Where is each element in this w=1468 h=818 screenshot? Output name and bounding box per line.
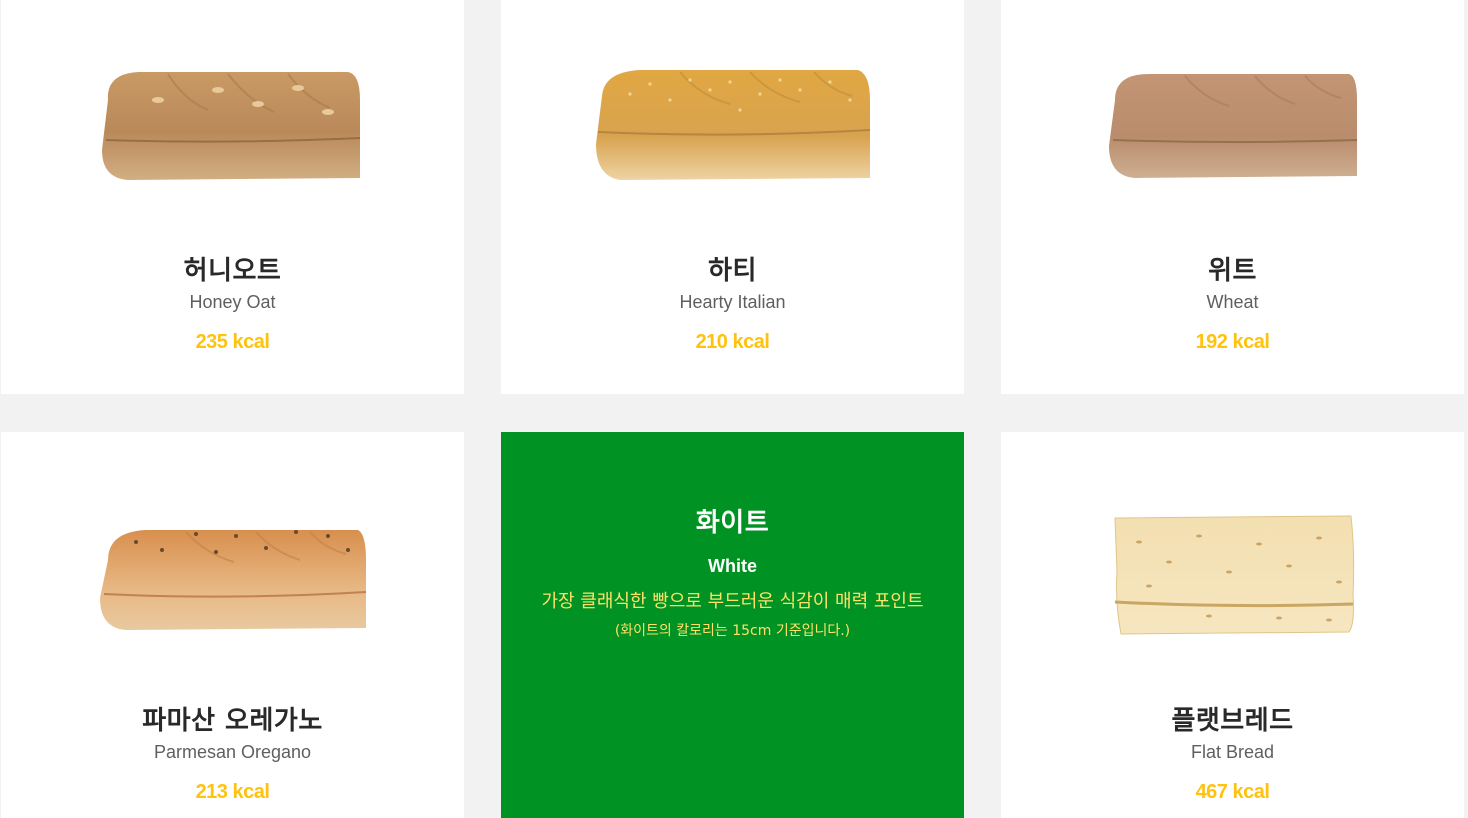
- parmesan-oregano-bread-image: [99, 530, 366, 630]
- bread-card-honey-oat[interactable]: 허니오트 Honey Oat 235 kcal: [1, 0, 464, 394]
- bread-card-hearty-italian[interactable]: 하티 Hearty Italian 210 kcal: [501, 0, 964, 394]
- bread-name-english: Parmesan Oregano: [153, 742, 312, 762]
- bread-name-korean: 화이트: [695, 508, 770, 538]
- bread-name-english: Hearty Italian: [679, 292, 786, 312]
- bread-name-korean: 하티: [708, 256, 757, 286]
- bread-name-korean: 위트: [1208, 256, 1257, 286]
- flat-bread-image: [1113, 515, 1354, 635]
- wheat-bread-image: [1108, 74, 1357, 178]
- bread-description: 가장 클래식한 빵으로 부드러운 식감이 매력 포인트: [541, 591, 924, 612]
- bread-name-korean: 허니오트: [183, 256, 282, 286]
- bread-name-korean: 플랫브레드: [1171, 706, 1294, 736]
- bread-kcal: 192 kcal: [1195, 331, 1270, 353]
- bread-kcal: 235 kcal: [195, 331, 270, 353]
- bread-name-english: White: [708, 556, 757, 576]
- bread-card-flat-bread[interactable]: 플랫브레드 Flat Bread 467 kcal: [1001, 432, 1464, 818]
- bread-card-white[interactable]: 화이트 White 가장 클래식한 빵으로 부드러운 식감이 매력 포인트 (화…: [501, 432, 964, 818]
- bread-card-parmesan-oregano[interactable]: 파마산 오레가노 Parmesan Oregano 213 kcal: [1, 432, 464, 818]
- bread-card-wheat[interactable]: 위트 Wheat 192 kcal: [1001, 0, 1464, 394]
- bread-kcal: 213 kcal: [195, 781, 270, 803]
- bread-calorie-note: (화이트의 칼로리는 15cm 기준입니다.): [614, 623, 851, 639]
- bread-kcal: 467 kcal: [1195, 781, 1270, 803]
- bread-name-english: Flat Bread: [1190, 742, 1275, 762]
- bread-name-english: Honey Oat: [189, 292, 276, 312]
- bread-kcal: 210 kcal: [695, 331, 770, 353]
- bread-name-english: Wheat: [1206, 292, 1259, 312]
- hearty-italian-bread-image: [595, 70, 870, 180]
- honey-oat-bread-image: [101, 72, 360, 180]
- bread-name-korean: 파마산 오레가노: [142, 706, 323, 736]
